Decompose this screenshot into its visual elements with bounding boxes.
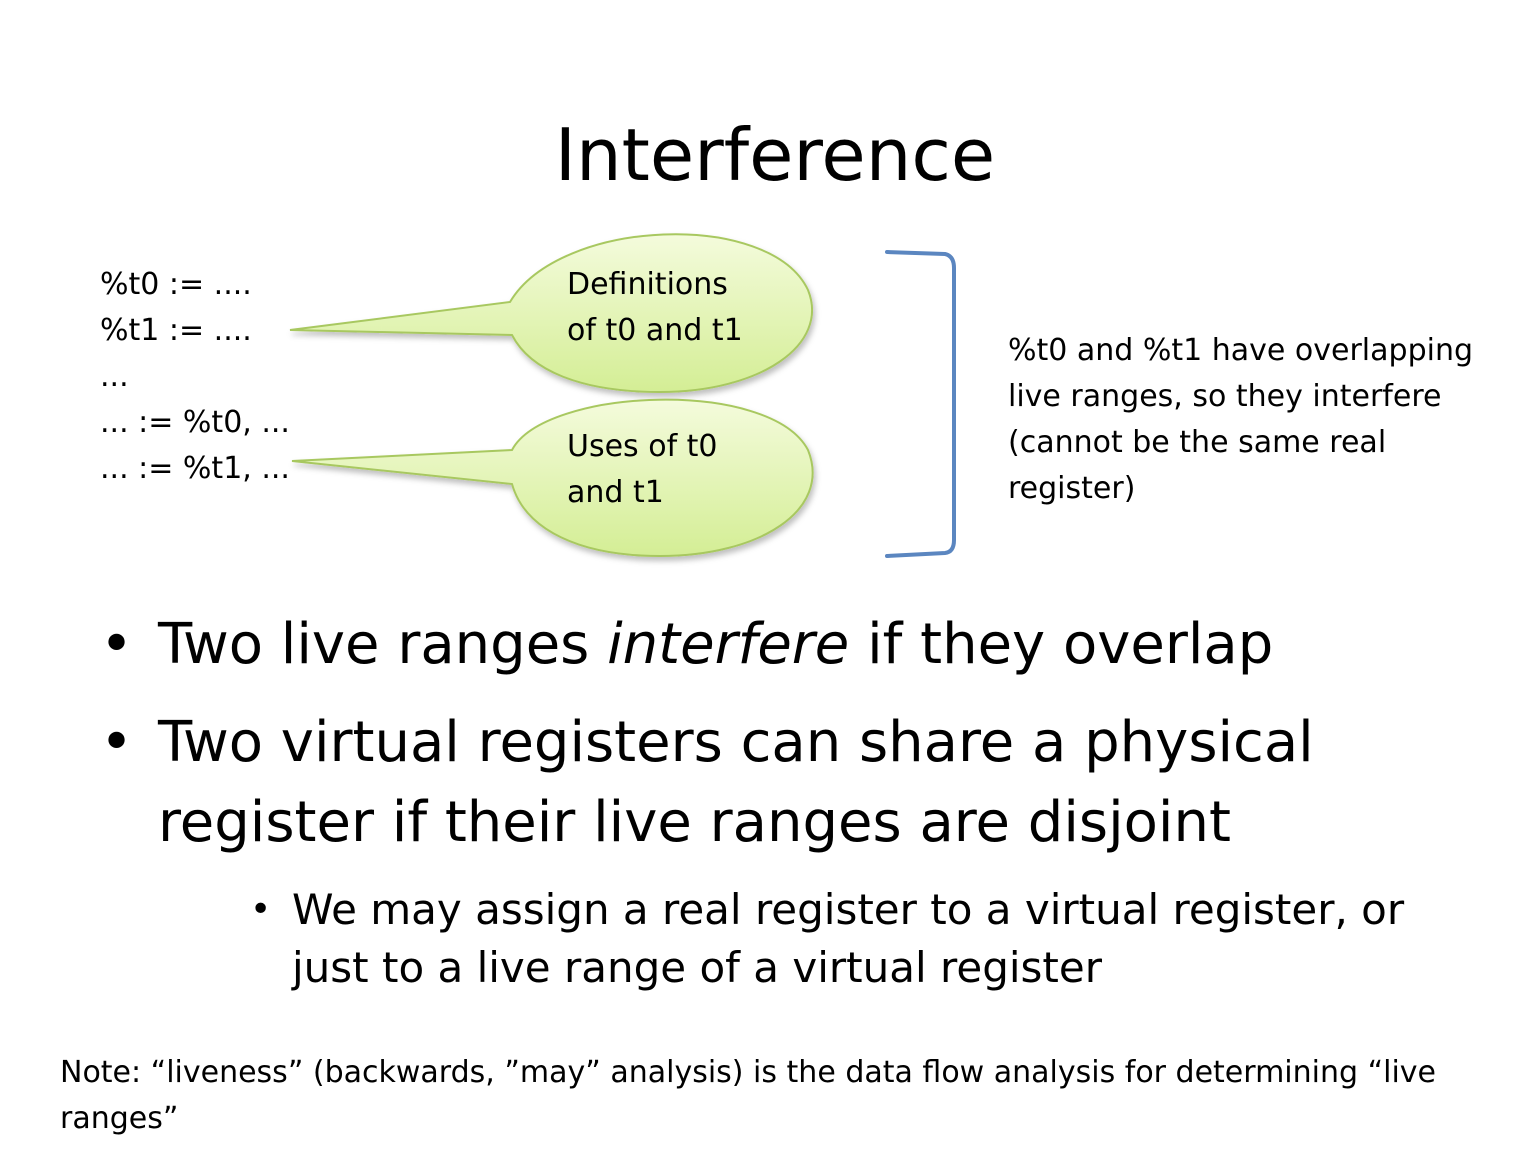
callout-definitions-line-1: Definitions (567, 267, 728, 302)
callout-uses-line-2: and t1 (567, 475, 664, 510)
sub-bullet-marker: • (250, 889, 272, 930)
bullet-text-emphasis: interfere (607, 612, 850, 677)
interference-note: %t0 and %t1 have overlapping live ranges… (1008, 333, 1473, 506)
bullet-item-interfere: • Two live ranges interfere if they over… (100, 605, 1460, 685)
sub-bullet-text: We may assign a real register to a virtu… (292, 885, 1405, 992)
bullet-item-share: • Two virtual registers can share a phys… (100, 703, 1460, 863)
bracket-shape (885, 250, 956, 558)
sub-bullet-item-assign: • We may assign a real register to a vir… (250, 881, 1460, 997)
bullet-text-before: Two live ranges (158, 612, 608, 677)
bullet-marker: • (100, 612, 134, 677)
bullet-text-after: if they overlap (849, 612, 1274, 677)
callout-definitions-text: Definitions of t0 and t1 (567, 262, 743, 354)
callout-uses-bubble (291, 398, 814, 558)
callout-uses-text: Uses of t0 and t1 (567, 424, 718, 516)
callout-definitions-line-2: of t0 and t1 (567, 313, 743, 348)
footer-note: Note: “liveness” (backwards, ”may” analy… (60, 1055, 1436, 1136)
bullet-text: Two virtual registers can share a physic… (158, 710, 1314, 855)
bullet-marker: • (100, 710, 134, 775)
callout-uses-line-1: Uses of t0 (567, 429, 718, 464)
bullet-list: • Two live ranges interfere if they over… (100, 605, 1460, 997)
